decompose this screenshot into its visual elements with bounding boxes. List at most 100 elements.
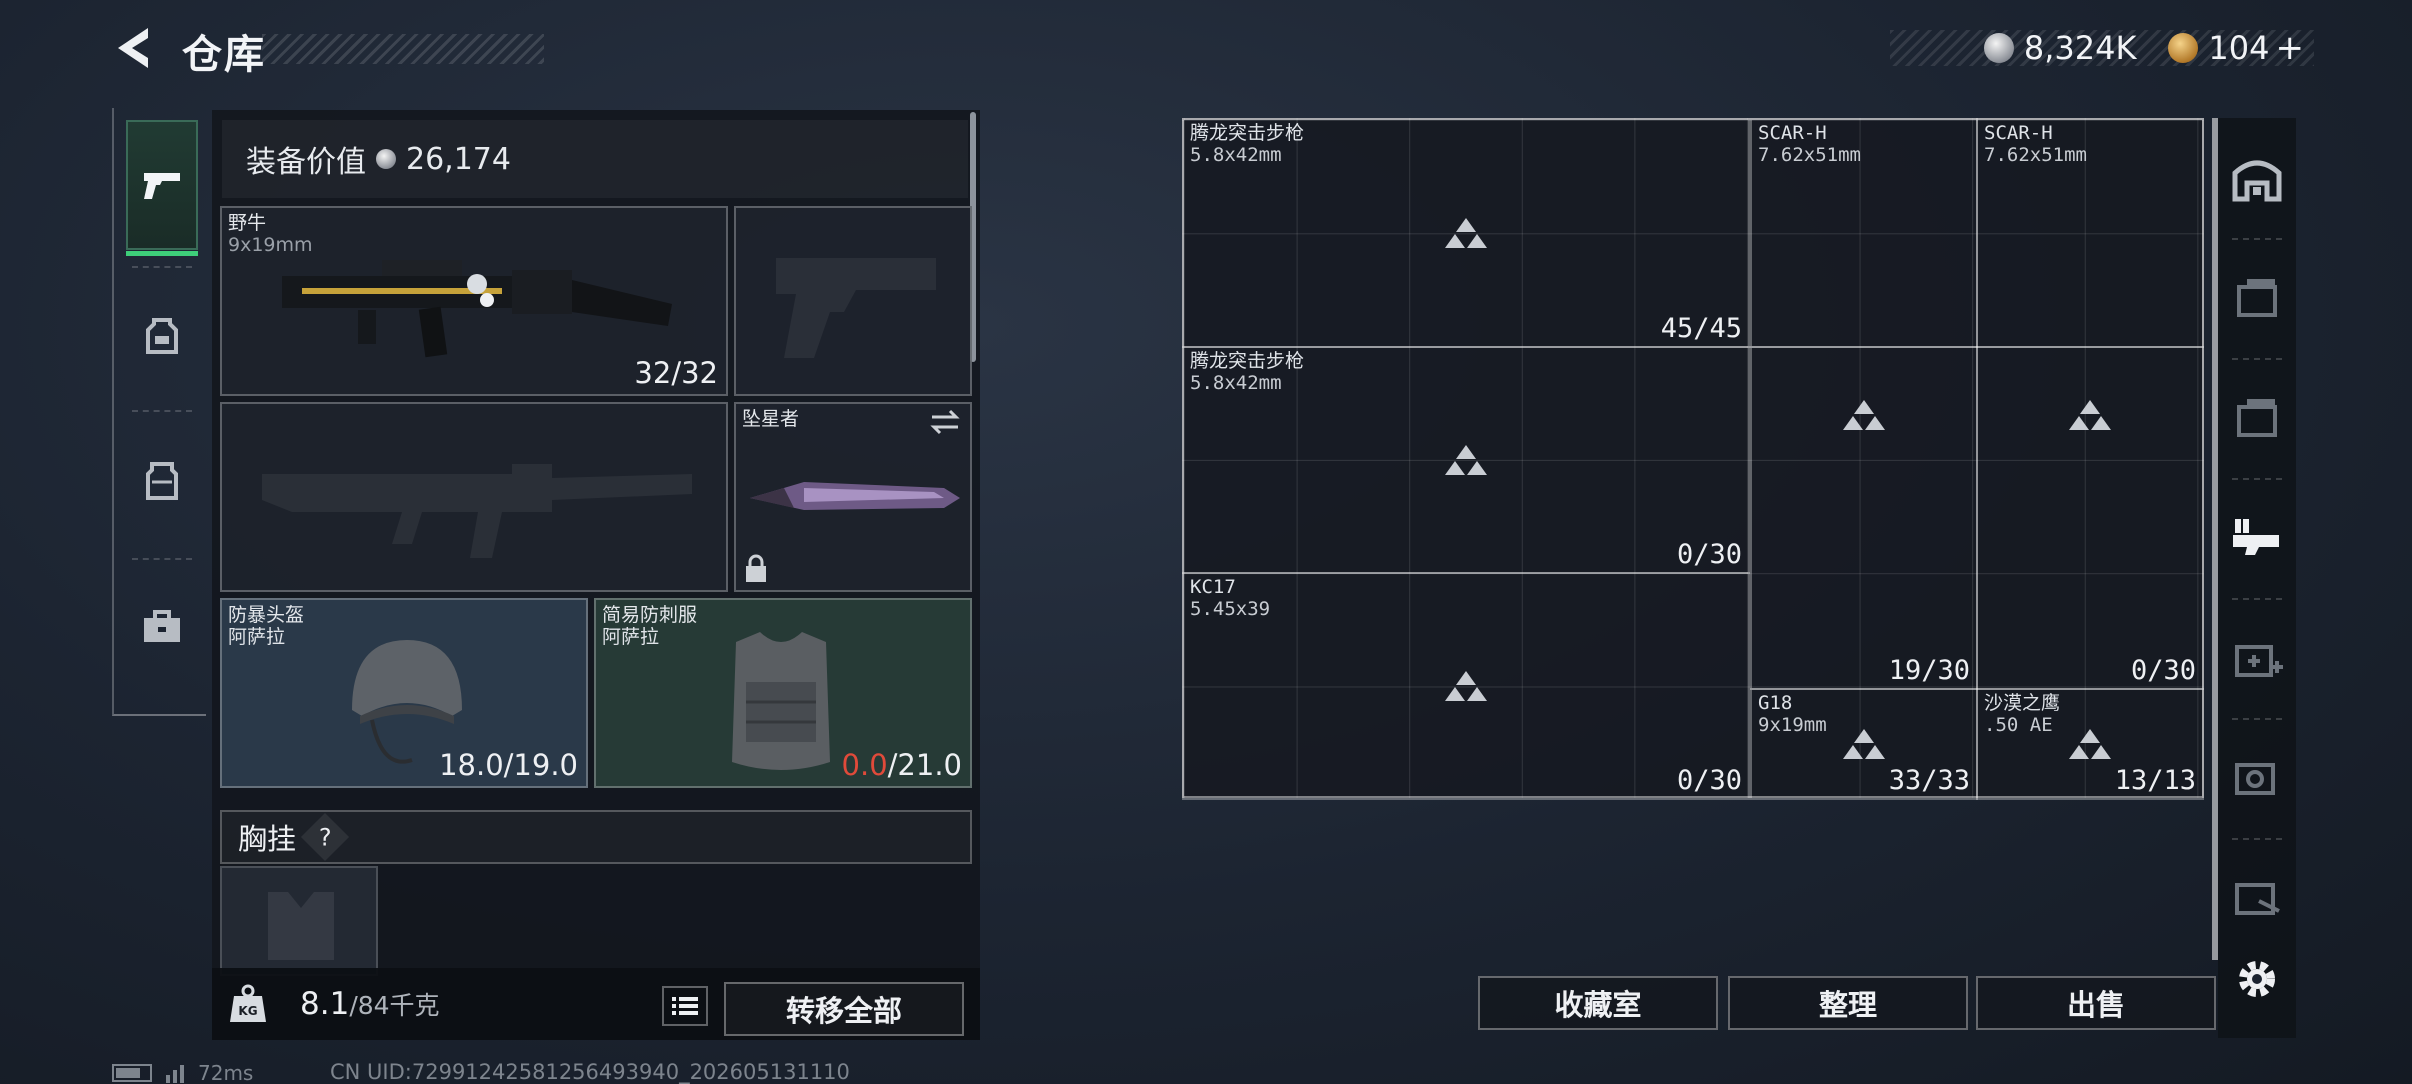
tab-divider xyxy=(132,558,192,560)
item-caliber: 5.8x42mm xyxy=(1190,144,1282,166)
helmet-maker: 阿萨拉 xyxy=(228,626,286,648)
tab-backpack[interactable] xyxy=(126,270,198,400)
primary-weapon-slot[interactable]: 野牛 9x19mm 32/32 xyxy=(220,206,728,396)
ammo-icon xyxy=(1843,400,1885,430)
status-bar: 72ms xyxy=(112,1061,253,1084)
chest-rig-label: 胸挂 xyxy=(238,822,297,856)
tab-storage-home[interactable] xyxy=(2218,118,2296,238)
tab-tool-storage[interactable] xyxy=(2218,716,2296,836)
item-count: 0/30 xyxy=(1676,539,1742,570)
svg-text:KG: KG xyxy=(238,1004,257,1018)
signal-icon xyxy=(166,1065,184,1083)
storage-item[interactable]: SCAR-H 7.62x51mm xyxy=(1750,118,1978,348)
list-view-button[interactable] xyxy=(662,986,708,1026)
helmet-slot[interactable]: 防暴头盔 阿萨拉 18.0/19.0 xyxy=(220,598,588,788)
chest-rig-slot[interactable] xyxy=(220,866,378,976)
tab-case[interactable] xyxy=(126,562,198,692)
battery-icon xyxy=(112,1064,152,1082)
lock-icon xyxy=(746,554,766,582)
storage-item[interactable]: 沙漠之鹰 .50 AE 13/13 xyxy=(1976,688,2204,800)
ammo-icon xyxy=(2069,400,2111,430)
item-count: 19/30 xyxy=(1888,655,1970,686)
pistol-icon xyxy=(144,173,180,199)
help-icon[interactable]: ? xyxy=(300,812,350,862)
swap-icon[interactable] xyxy=(928,408,962,436)
smg-weapon-icon xyxy=(282,260,672,358)
storage-item[interactable]: 腾龙突击步枪 5.8x42mm 45/45 xyxy=(1182,118,1750,348)
item-name: SCAR-H xyxy=(1984,122,2053,144)
armor-durability-current: 0.0 xyxy=(841,748,888,782)
pistol-silhouette-icon xyxy=(776,258,936,358)
silver-amount: 8,324K xyxy=(2023,29,2137,67)
page-title: 仓库 xyxy=(182,32,266,78)
currency-bar: 8,324K 104 + xyxy=(1890,28,2314,68)
collection-room-button[interactable]: 收藏室 xyxy=(1478,976,1718,1030)
back-arrow-icon[interactable] xyxy=(108,22,158,74)
add-currency-button[interactable]: + xyxy=(2276,28,2305,68)
transfer-all-button[interactable]: 转移全部 xyxy=(724,982,964,1036)
storage-box-icon xyxy=(2237,399,2277,437)
tab-expansion-1[interactable] xyxy=(2218,236,2296,356)
tab-key-storage[interactable] xyxy=(2218,836,2296,956)
armor-slot[interactable]: 简易防刺服 阿萨拉 0.0/21.0 xyxy=(594,598,972,788)
item-name: 腾龙突击步枪 xyxy=(1190,350,1305,372)
gold-amount: 104 xyxy=(2208,29,2270,67)
equipment-value: 26,174 xyxy=(406,141,511,177)
gold-coin-icon xyxy=(2168,33,2199,63)
tab-chest-rig[interactable] xyxy=(126,416,198,546)
storage-item[interactable]: SCAR-H 7.62x51mm xyxy=(1976,118,2204,348)
item-caliber: 5.45x39 xyxy=(1190,598,1271,620)
settings-gear-icon[interactable] xyxy=(2234,956,2280,1002)
item-caliber: 5.8x42mm xyxy=(1190,372,1282,394)
primary-weapon-ammo: 32/32 xyxy=(634,356,718,390)
storage-grid: 腾龙突击步枪 5.8x42mm 45/45 SCAR-H 7.62x51mm S… xyxy=(1182,118,2204,800)
armor-maker: 阿萨拉 xyxy=(602,626,660,648)
item-name: KC17 xyxy=(1190,576,1236,598)
chest-rig-silhouette-icon xyxy=(268,892,334,960)
storage-item[interactable]: 0/30 xyxy=(1976,346,2204,690)
game-screen: 仓库 8,324K 104 + 装备价值 26,174 野牛 9x19mm 32… xyxy=(0,0,2412,1084)
storage-item[interactable]: 腾龙突击步枪 5.8x42mm 0/30 xyxy=(1182,346,1750,574)
player-uid: CN UID:72991242581256493940_202605131110 xyxy=(330,1060,850,1084)
loadout-panel: 装备价值 26,174 野牛 9x19mm 32/32 坠星者 防暴头盔 阿萨拉… xyxy=(212,110,980,1040)
tab-weapons[interactable] xyxy=(126,120,198,256)
primary-weapon-name: 野牛 xyxy=(228,212,267,234)
tab-medical-storage[interactable] xyxy=(2218,598,2296,718)
sort-button[interactable]: 整理 xyxy=(1728,976,1968,1030)
melee-slot[interactable]: 坠星者 xyxy=(734,402,972,592)
knife-weapon-icon xyxy=(750,482,960,510)
armor-name: 简易防刺服 xyxy=(602,604,698,626)
secondary-weapon-slot[interactable] xyxy=(220,402,728,592)
tab-weapon-storage[interactable] xyxy=(2218,478,2296,598)
help-symbol: ? xyxy=(318,823,332,851)
melee-name: 坠星者 xyxy=(742,408,800,430)
silver-coin-icon xyxy=(1983,33,2014,63)
ammo-icon xyxy=(1843,729,1885,759)
item-name: 腾龙突击步枪 xyxy=(1190,122,1305,144)
storage-item[interactable]: 19/30 xyxy=(1750,346,1978,690)
weight-max: /84千克 xyxy=(349,991,440,1020)
primary-weapon-caliber: 9x19mm xyxy=(228,234,313,256)
storage-item[interactable]: G18 9x19mm 33/33 xyxy=(1750,688,1978,800)
storage-item[interactable]: KC17 5.45x39 0/30 xyxy=(1182,572,1750,800)
storage-box-icon xyxy=(2237,279,2277,317)
item-count: 13/13 xyxy=(2114,765,2196,796)
item-count: 45/45 xyxy=(1660,313,1742,344)
body-armor-icon xyxy=(732,632,830,770)
sidearm-slot[interactable] xyxy=(734,206,972,396)
helmet-name: 防暴头盔 xyxy=(228,604,305,626)
item-name: 沙漠之鹰 xyxy=(1984,692,2061,714)
ammo-icon xyxy=(2069,729,2111,759)
sell-button[interactable]: 出售 xyxy=(1976,976,2216,1030)
ammo-icon xyxy=(1445,671,1487,701)
silver-coin-icon xyxy=(376,149,396,169)
item-caliber: 7.62x51mm xyxy=(1984,144,2087,166)
rifle-silhouette-icon xyxy=(262,464,692,558)
tab-expansion-2[interactable] xyxy=(2218,356,2296,476)
medkit-icon xyxy=(2235,645,2283,677)
equipment-value-label: 装备价值 xyxy=(246,145,366,180)
item-caliber: .50 AE xyxy=(1984,714,2053,736)
item-caliber: 7.62x51mm xyxy=(1758,144,1861,166)
weight-icon: KG xyxy=(230,984,266,1022)
item-name: G18 xyxy=(1758,692,1793,714)
